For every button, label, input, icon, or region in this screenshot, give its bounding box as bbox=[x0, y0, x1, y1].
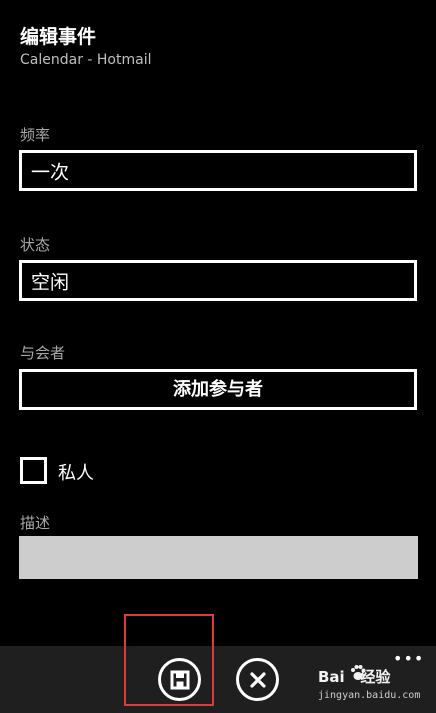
watermark-url: jingyan.baidu.com bbox=[318, 690, 421, 701]
watermark: Bai 经验 jingyan.baidu.com bbox=[318, 664, 434, 710]
frequency-picker[interactable]: 一次 bbox=[19, 150, 417, 191]
frequency-label: 频率 bbox=[20, 126, 51, 144]
status-value: 空闲 bbox=[31, 271, 70, 293]
private-label: 私人 bbox=[58, 463, 94, 484]
attendees-label: 与会者 bbox=[20, 344, 66, 362]
highlight-box bbox=[124, 614, 214, 706]
close-icon bbox=[249, 671, 266, 688]
account-subtitle: Calendar - Hotmail bbox=[20, 52, 152, 68]
page-title: 编辑事件 bbox=[20, 26, 97, 48]
more-options-button[interactable]: ••• bbox=[393, 651, 424, 667]
description-input[interactable] bbox=[19, 536, 418, 579]
paw-icon bbox=[351, 665, 366, 680]
private-checkbox[interactable] bbox=[20, 457, 47, 484]
add-attendees-button[interactable]: 添加参与者 bbox=[19, 369, 417, 410]
frequency-value: 一次 bbox=[31, 161, 70, 183]
cancel-button[interactable] bbox=[236, 658, 279, 701]
status-picker[interactable]: 空闲 bbox=[19, 260, 417, 301]
status-label: 状态 bbox=[20, 236, 51, 254]
description-label: 描述 bbox=[20, 514, 51, 532]
